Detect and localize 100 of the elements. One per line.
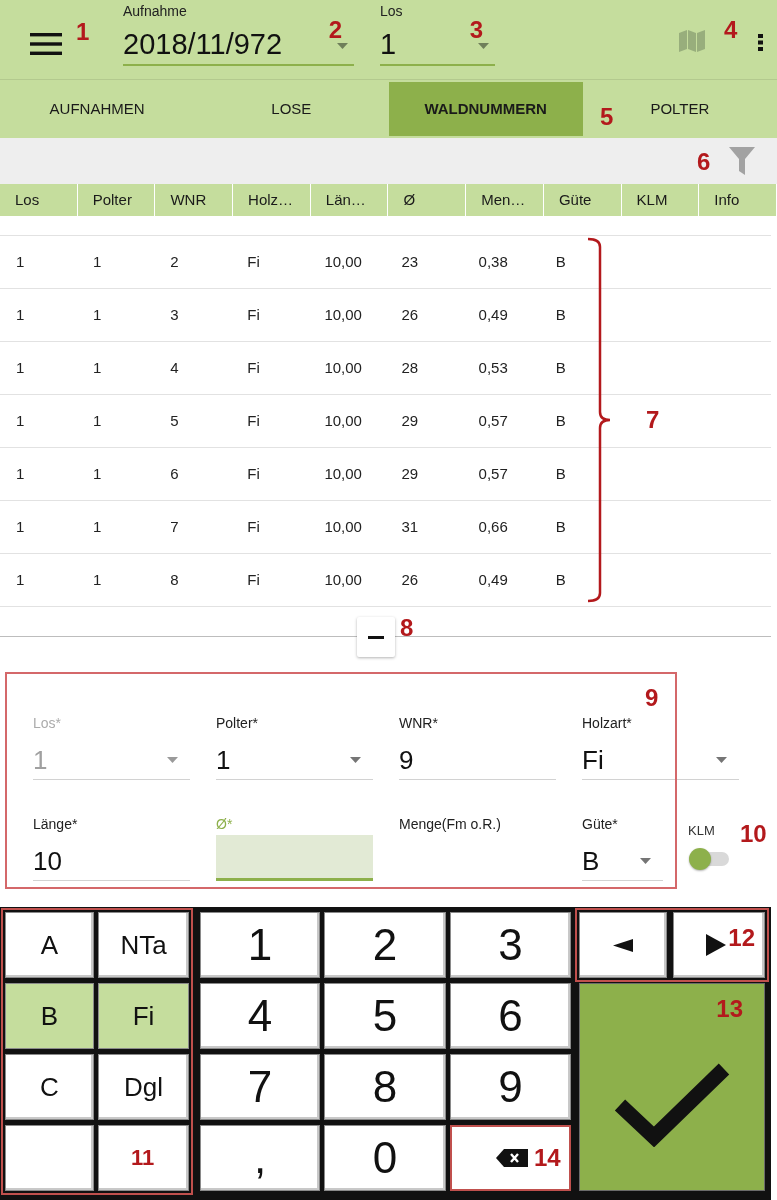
arrow-key[interactable] xyxy=(579,912,667,978)
table-cell-text: 0,53 xyxy=(477,357,509,378)
caret-icon xyxy=(337,43,348,49)
blank-key[interactable] xyxy=(98,1125,189,1191)
digit-key[interactable]: 3 xyxy=(450,912,571,978)
table-cell-text: 0,49 xyxy=(477,304,509,325)
table-cell-text: Fi xyxy=(246,516,261,537)
field-label: Menge(Fm o.R.) xyxy=(399,815,502,833)
table-cell-text: 10,00 xyxy=(323,569,363,590)
letter-key[interactable]: NTa xyxy=(98,912,189,978)
table-cell-text: 8 xyxy=(169,569,180,590)
field-label: Ø* xyxy=(216,815,234,833)
backspace-icon xyxy=(496,1149,528,1167)
table-cell-text: 1 xyxy=(15,251,26,272)
map-icon xyxy=(679,30,705,52)
table-cell-text: 1 xyxy=(92,410,103,431)
table-cell-text: Fi xyxy=(246,304,261,325)
callout-number: 11 xyxy=(131,1147,155,1169)
callout-number: 13 xyxy=(716,997,743,1021)
callout-number: 3 xyxy=(469,18,483,42)
table-cell-text: Fi xyxy=(246,357,261,378)
left-triangle-icon xyxy=(613,938,633,952)
tab[interactable]: WALDNUMMERN xyxy=(388,82,583,136)
dropdown-field[interactable]: Fi xyxy=(582,734,739,780)
column-header: Los xyxy=(14,189,40,210)
letter-key[interactable]: B xyxy=(5,983,94,1049)
field-label: Polter* xyxy=(216,714,260,732)
table-cell-text: Fi xyxy=(246,569,261,590)
letter-key[interactable]: Dgl xyxy=(98,1054,189,1120)
table-cell-text: 1 xyxy=(15,569,26,590)
digit-key[interactable]: , xyxy=(200,1125,320,1191)
backspace-key[interactable] xyxy=(450,1125,571,1191)
table-cell-text: 0,57 xyxy=(477,463,509,484)
dropdown-field[interactable]: B xyxy=(582,835,663,881)
callout-number: 1 xyxy=(76,20,90,44)
table-cell-text: Fi xyxy=(246,410,261,431)
table-cell-text: Fi xyxy=(246,463,261,484)
table-cell-text: 7 xyxy=(169,516,180,537)
checkmark-icon xyxy=(614,1061,730,1147)
table-cell-text: 6 xyxy=(169,463,180,484)
letter-key[interactable]: C xyxy=(5,1054,94,1120)
callout-number: 14 xyxy=(534,1146,561,1170)
field-label: Holzart* xyxy=(582,714,633,732)
digit-key[interactable]: 6 xyxy=(450,983,571,1049)
more-button[interactable] xyxy=(755,33,765,51)
more-icon xyxy=(757,33,763,51)
column-header: Holz… xyxy=(247,189,294,210)
callout-number: 10 xyxy=(740,822,767,846)
table-cell-text: B xyxy=(554,304,567,325)
table-cell-text: B xyxy=(554,251,567,272)
table-cell-text: B xyxy=(554,463,567,484)
field-label: Aufnahme xyxy=(123,2,188,20)
letter-key[interactable]: Fi xyxy=(98,983,189,1049)
digit-key[interactable]: 7 xyxy=(200,1054,320,1120)
input-field[interactable]: 10 xyxy=(33,835,190,881)
callout-number: 6 xyxy=(697,150,711,174)
table-cell-text: 29 xyxy=(400,463,420,484)
field-label: WNR* xyxy=(399,714,439,732)
input-field[interactable] xyxy=(216,835,373,881)
table-cell-text: 0,49 xyxy=(477,569,509,590)
table-cell-text: 1 xyxy=(92,251,103,272)
caret-icon xyxy=(478,43,489,49)
collapse-button[interactable] xyxy=(357,617,395,657)
table-cell-text: 1 xyxy=(92,516,103,537)
table-cell-text: 1 xyxy=(92,357,103,378)
toggle-switch[interactable] xyxy=(689,848,731,870)
table-cell-text: 2 xyxy=(169,251,180,272)
table-cell-text: 1 xyxy=(15,516,26,537)
table-cell-text: 10,00 xyxy=(323,251,363,272)
table-cell-text: 10,00 xyxy=(323,410,363,431)
confirm-button[interactable] xyxy=(579,983,765,1191)
table-cell-text: 1 xyxy=(15,410,26,431)
column-header: KLM xyxy=(635,189,668,210)
filter-icon xyxy=(729,147,755,175)
dropdown-field: 1 xyxy=(33,734,190,780)
caret-icon xyxy=(350,757,361,763)
digit-key[interactable]: 1 xyxy=(200,912,320,978)
column-header: Güte xyxy=(557,189,592,210)
digit-key[interactable]: 5 xyxy=(324,983,446,1049)
tab[interactable]: AUFNAHMEN xyxy=(0,82,195,136)
arrow-key[interactable] xyxy=(673,912,765,978)
right-triangle-icon xyxy=(706,934,726,956)
field-label: Länge* xyxy=(33,815,79,833)
digit-key[interactable]: 4 xyxy=(200,983,320,1049)
table-cell-text: 1 xyxy=(92,304,103,325)
input-field[interactable]: 9 xyxy=(399,734,556,780)
table-cell-text: 1 xyxy=(15,357,26,378)
digit-key[interactable]: 2 xyxy=(324,912,446,978)
tab[interactable]: LOSE xyxy=(194,82,389,136)
table-cell-text: 26 xyxy=(400,569,420,590)
dropdown-field[interactable]: 1 xyxy=(216,734,373,780)
letter-key[interactable]: A xyxy=(5,912,94,978)
callout-number: 5 xyxy=(600,105,614,129)
digit-key[interactable]: 9 xyxy=(450,1054,571,1120)
blank-key[interactable] xyxy=(5,1125,94,1191)
caret-icon xyxy=(716,757,727,763)
digit-key[interactable]: 0 xyxy=(324,1125,446,1191)
table-cell-text: B xyxy=(554,569,567,590)
table-cell-text: 1 xyxy=(92,463,103,484)
digit-key[interactable]: 8 xyxy=(324,1054,446,1120)
